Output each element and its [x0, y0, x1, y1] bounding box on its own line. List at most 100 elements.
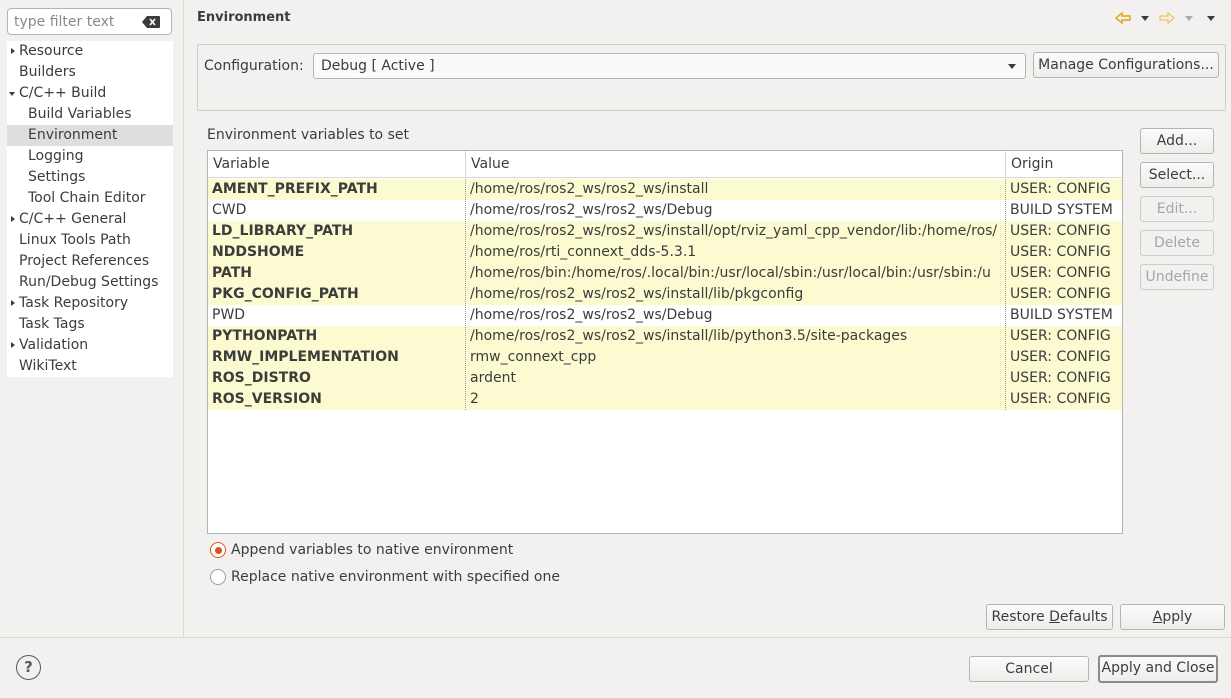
- filter-input[interactable]: [14, 12, 140, 31]
- cell-origin: USER: CONFIG: [1010, 391, 1111, 407]
- restore-mnemonic: D: [1049, 609, 1060, 625]
- cell-origin: USER: CONFIG: [1010, 286, 1111, 302]
- cell-variable: NDDSHOME: [212, 244, 305, 260]
- tree-item-linux-tools-path[interactable]: Linux Tools Path: [7, 230, 173, 251]
- tree-item-label: Run/Debug Settings: [19, 274, 159, 290]
- back-menu-chevron-icon[interactable]: [1141, 16, 1149, 21]
- tree-item-validation[interactable]: Validation: [7, 335, 173, 356]
- dialog-footer: ? Cancel Apply and Close: [0, 637, 1231, 698]
- tree-item-c-c-general[interactable]: C/C++ General: [7, 209, 173, 230]
- table-row[interactable]: PKG_CONFIG_PATH/home/ros/ros2_ws/ros2_ws…: [208, 284, 1122, 305]
- tree-item-builders[interactable]: Builders: [7, 62, 173, 83]
- collapsed-triangle-icon[interactable]: [11, 48, 15, 54]
- manage-configurations-button[interactable]: Manage Configurations...: [1033, 52, 1219, 78]
- cell-variable: LD_LIBRARY_PATH: [212, 223, 354, 239]
- table-row[interactable]: AMENT_PREFIX_PATH/home/ros/ros2_ws/ros2_…: [208, 179, 1122, 200]
- back-arrow-icon[interactable]: [1114, 10, 1131, 26]
- tree-item-settings[interactable]: Settings: [7, 167, 173, 188]
- cell-origin: BUILD SYSTEM: [1010, 307, 1113, 323]
- collapsed-triangle-icon[interactable]: [11, 216, 15, 222]
- tree-item-task-tags[interactable]: Task Tags: [7, 314, 173, 335]
- env-vars-table[interactable]: Variable Value Origin AMENT_PREFIX_PATH /…: [207, 150, 1123, 534]
- append-env-label: Append variables to native environment: [231, 542, 514, 558]
- edit-button[interactable]: Edit...: [1140, 196, 1214, 222]
- select-button[interactable]: Select...: [1140, 162, 1214, 188]
- table-row[interactable]: PYTHONPATH/home/ros/ros2_ws/ros2_ws/inst…: [208, 326, 1122, 347]
- configuration-group: Configuration: Debug [ Active ] Manage C…: [197, 44, 1226, 111]
- tree-item-label: Linux Tools Path: [19, 232, 131, 248]
- tree-item-wikitext[interactable]: WikiText: [7, 356, 173, 377]
- column-grid-line: [465, 179, 466, 410]
- configuration-label: Configuration:: [204, 58, 304, 74]
- tree-item-logging[interactable]: Logging: [7, 146, 173, 167]
- tree-item-c-c-build[interactable]: C/C++ Build: [7, 83, 173, 104]
- tree-item-label: Project References: [19, 253, 150, 269]
- cell-origin: USER: CONFIG: [1010, 349, 1111, 365]
- cell-origin: USER: CONFIG: [1010, 181, 1111, 197]
- table-row[interactable]: NDDSHOME/home/ros/rti_connext_dds-5.3.1 U…: [208, 242, 1122, 263]
- env-vars-label: Environment variables to set: [207, 127, 409, 143]
- table-row[interactable]: PWD/home/ros/ros2_ws/ros2_ws/Debug BUILD …: [208, 305, 1122, 326]
- cancel-button[interactable]: Cancel: [969, 656, 1089, 682]
- tree-item-label: Builders: [19, 64, 76, 80]
- tree-item-project-references[interactable]: Project References: [7, 251, 173, 272]
- apply-and-close-button[interactable]: Apply and Close: [1098, 655, 1218, 683]
- tree-item-build-variables[interactable]: Build Variables: [7, 104, 173, 125]
- cell-value: /home/ros/ros2_ws/ros2_ws/install/lib/py…: [470, 328, 908, 344]
- configuration-select[interactable]: Debug [ Active ]: [313, 53, 1026, 79]
- table-row[interactable]: LD_LIBRARY_PATH/home/ros/ros2_ws/ros2_ws…: [208, 221, 1122, 242]
- tree-item-label: Task Repository: [19, 295, 129, 311]
- tree-item-resource[interactable]: Resource: [7, 41, 173, 62]
- tree-item-label: Tool Chain Editor: [28, 190, 146, 206]
- clear-filter-icon[interactable]: [142, 16, 160, 28]
- cell-variable: PKG_CONFIG_PATH: [212, 286, 359, 302]
- cell-variable: RMW_IMPLEMENTATION: [212, 349, 399, 365]
- tree-item-label: Logging: [28, 148, 84, 164]
- add-button[interactable]: Add...: [1140, 128, 1214, 154]
- cell-value: rmw_connext_cpp: [470, 349, 597, 365]
- filter-box: [7, 8, 172, 35]
- cell-origin: USER: CONFIG: [1010, 328, 1111, 344]
- collapsed-triangle-icon[interactable]: [11, 300, 15, 306]
- cell-variable: CWD: [212, 202, 247, 218]
- table-row[interactable]: ROS_VERSION 2 USER: CONFIG: [208, 389, 1122, 410]
- cell-origin: BUILD SYSTEM: [1010, 202, 1113, 218]
- page-title: Environment: [197, 10, 291, 25]
- tree-item-tool-chain-editor[interactable]: Tool Chain Editor: [7, 188, 173, 209]
- apply-button[interactable]: Apply: [1120, 604, 1225, 630]
- tree-item-run-debug-settings[interactable]: Run/Debug Settings: [7, 272, 173, 293]
- cell-origin: USER: CONFIG: [1010, 370, 1111, 386]
- chevron-down-icon: [1008, 64, 1016, 69]
- environment-page: Environment Configuration: Debug [ Activ…: [185, 0, 1231, 637]
- column-header-value[interactable]: Value: [466, 151, 1005, 178]
- view-menu-chevron-icon[interactable]: [1207, 16, 1215, 21]
- cell-origin: USER: CONFIG: [1010, 223, 1111, 239]
- cell-variable: AMENT_PREFIX_PATH: [212, 181, 378, 197]
- table-row[interactable]: ROS_DISTRO ardent USER: CONFIG: [208, 368, 1122, 389]
- restore-defaults-button[interactable]: Restore Defaults: [986, 604, 1113, 630]
- forward-menu-chevron-icon[interactable]: [1185, 16, 1193, 21]
- table-row[interactable]: CWD/home/ros/ros2_ws/ros2_ws/Debug BUILD …: [208, 200, 1122, 221]
- expanded-triangle-icon[interactable]: [9, 92, 15, 96]
- forward-arrow-icon[interactable]: [1159, 10, 1176, 26]
- cell-variable: PYTHONPATH: [212, 328, 318, 344]
- undefine-button[interactable]: Undefine: [1140, 264, 1214, 290]
- cell-value: /home/ros/ros2_ws/ros2_ws/install: [470, 181, 709, 197]
- column-header-variable[interactable]: Variable: [208, 151, 465, 178]
- tree-item-label: Validation: [19, 337, 89, 353]
- tree-item-task-repository[interactable]: Task Repository: [7, 293, 173, 314]
- delete-button[interactable]: Delete: [1140, 230, 1214, 256]
- column-grid-line: [1005, 179, 1006, 410]
- preference-tree: Resource Builders C/C++ Build Build Variabl…: [7, 41, 173, 377]
- cell-value: /home/ros/bin:/home/ros/.local/bin:/usr/…: [470, 265, 991, 281]
- help-icon[interactable]: ?: [16, 655, 41, 680]
- apply-label-end: pply: [1162, 609, 1193, 625]
- tree-item-environment[interactable]: Environment: [7, 125, 173, 146]
- collapsed-triangle-icon[interactable]: [11, 342, 15, 348]
- restore-label-start: Restore: [991, 609, 1050, 625]
- table-row[interactable]: PATH/home/ros/bin:/home/ros/.local/bin:/…: [208, 263, 1122, 284]
- tree-item-label: Settings: [28, 169, 86, 185]
- column-header-origin[interactable]: Origin: [1006, 151, 1122, 178]
- tree-item-label: Task Tags: [19, 316, 85, 332]
- table-row[interactable]: RMW_IMPLEMENTATION rmw_connext_cpp USER: C…: [208, 347, 1122, 368]
